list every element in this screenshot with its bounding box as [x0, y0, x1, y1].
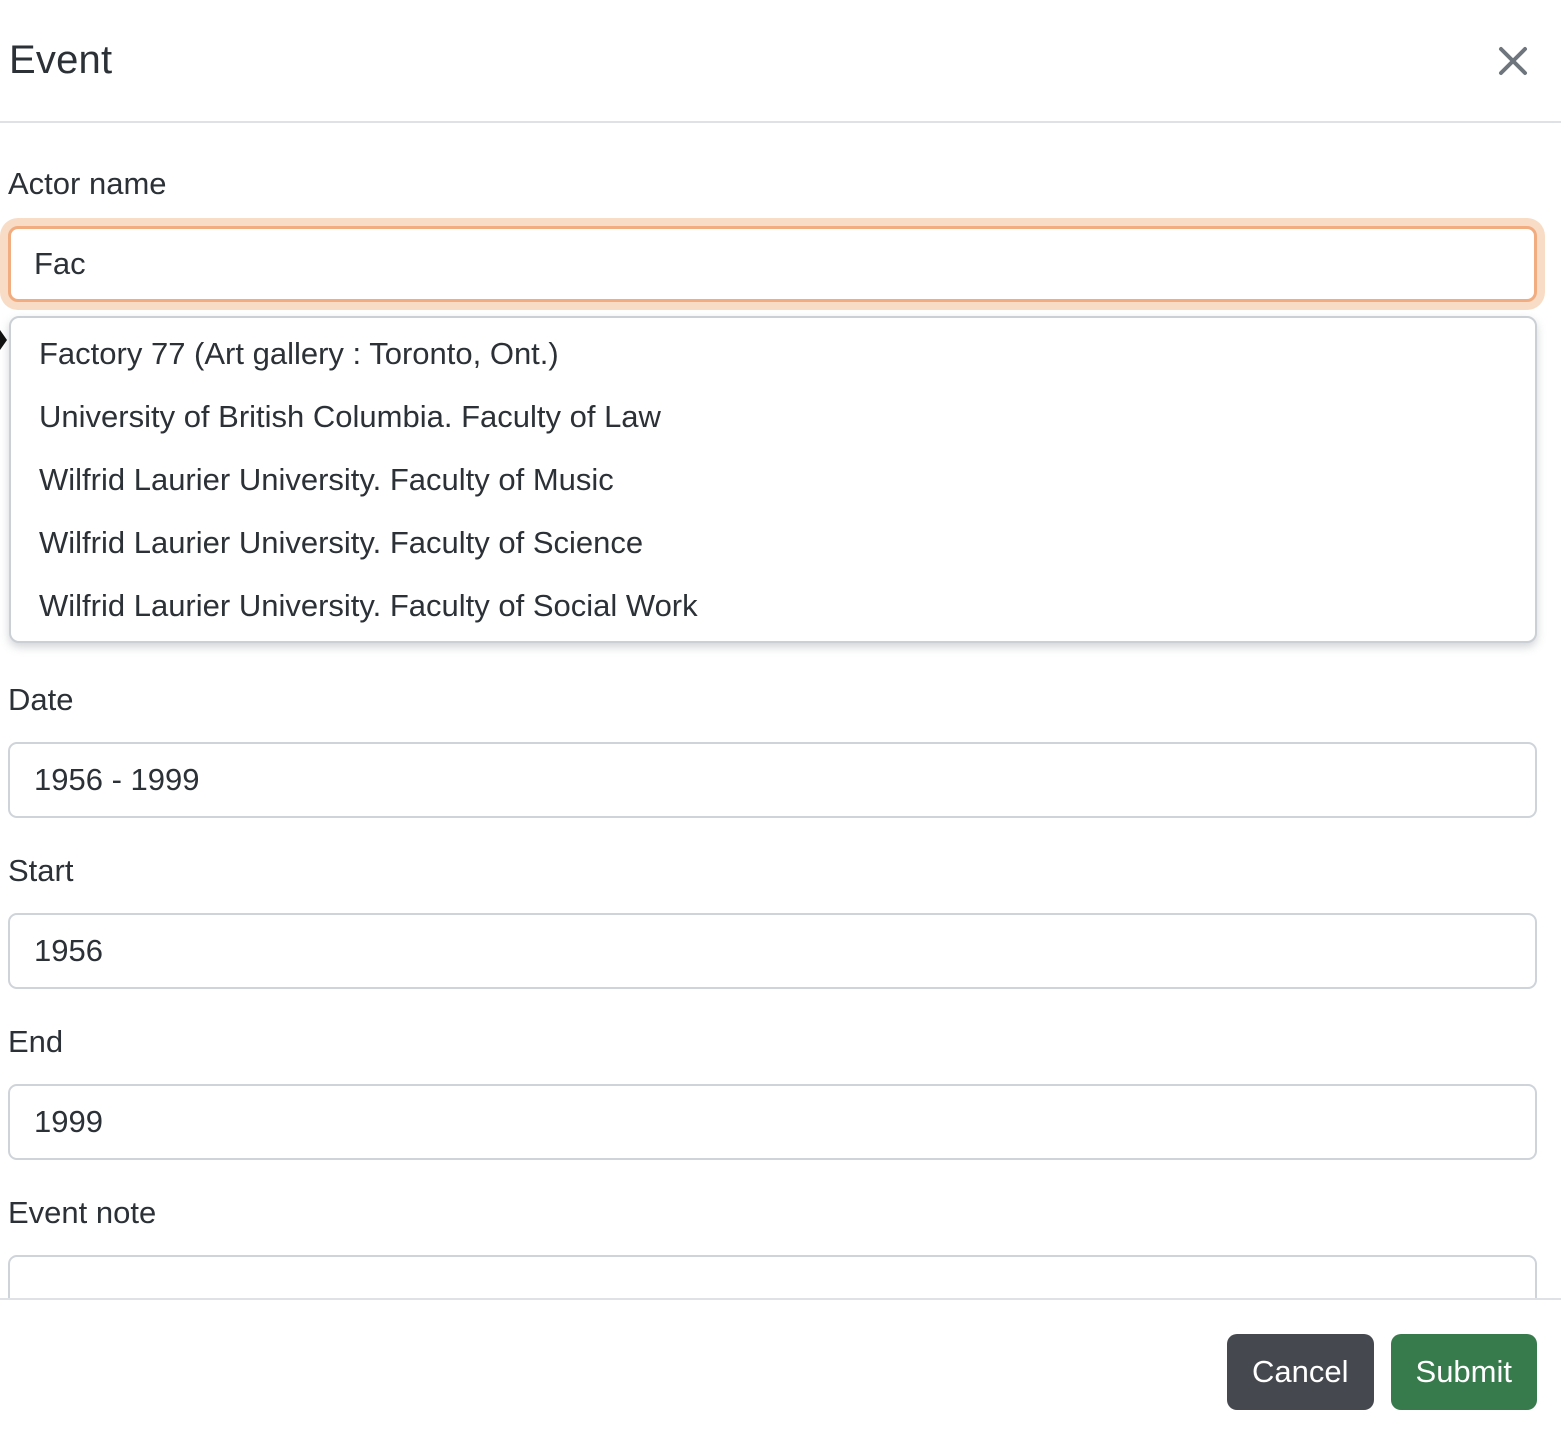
autocomplete-option-factory-77[interactable]: Factory 77 (Art gallery : Toronto, Ont.)	[11, 322, 1535, 385]
start-field-group: Start	[8, 852, 1537, 989]
start-label: Start	[8, 853, 74, 888]
close-icon	[1493, 41, 1533, 81]
event-modal: Event Actor name Factory 77 (Art gallery…	[0, 0, 1561, 1437]
actor-name-label: Actor name	[8, 166, 167, 201]
modal-footer: Cancel Submit	[0, 1298, 1561, 1437]
modal-title: Event	[9, 38, 113, 82]
end-field-group: End	[8, 1023, 1537, 1160]
actor-name-input[interactable]	[8, 226, 1537, 302]
submit-button[interactable]: Submit	[1390, 1334, 1537, 1410]
start-input[interactable]	[8, 913, 1537, 989]
autocomplete-option-ubc-law[interactable]: University of British Columbia. Faculty …	[11, 385, 1535, 448]
autocomplete-option-wlu-music[interactable]: Wilfrid Laurier University. Faculty of M…	[11, 448, 1535, 511]
cancel-button[interactable]: Cancel	[1227, 1334, 1374, 1410]
event-note-field-group: Event note	[8, 1194, 1537, 1298]
event-note-input[interactable]	[8, 1255, 1537, 1298]
date-field-group: Date	[8, 681, 1537, 818]
autocomplete-option-wlu-science[interactable]: Wilfrid Laurier University. Faculty of S…	[11, 511, 1535, 574]
mouse-cursor-icon	[0, 330, 7, 350]
autocomplete-option-wlu-social-work[interactable]: Wilfrid Laurier University. Faculty of S…	[11, 574, 1535, 637]
close-button[interactable]	[1485, 33, 1541, 89]
event-note-label: Event note	[8, 1195, 157, 1230]
autocomplete-dropdown: Factory 77 (Art gallery : Toronto, Ont.)…	[9, 316, 1537, 643]
end-input[interactable]	[8, 1084, 1537, 1160]
date-label: Date	[8, 682, 74, 717]
modal-body: Actor name Factory 77 (Art gallery : Tor…	[0, 123, 1561, 1298]
date-input[interactable]	[8, 742, 1537, 818]
end-label: End	[8, 1024, 64, 1059]
modal-header: Event	[0, 0, 1561, 123]
